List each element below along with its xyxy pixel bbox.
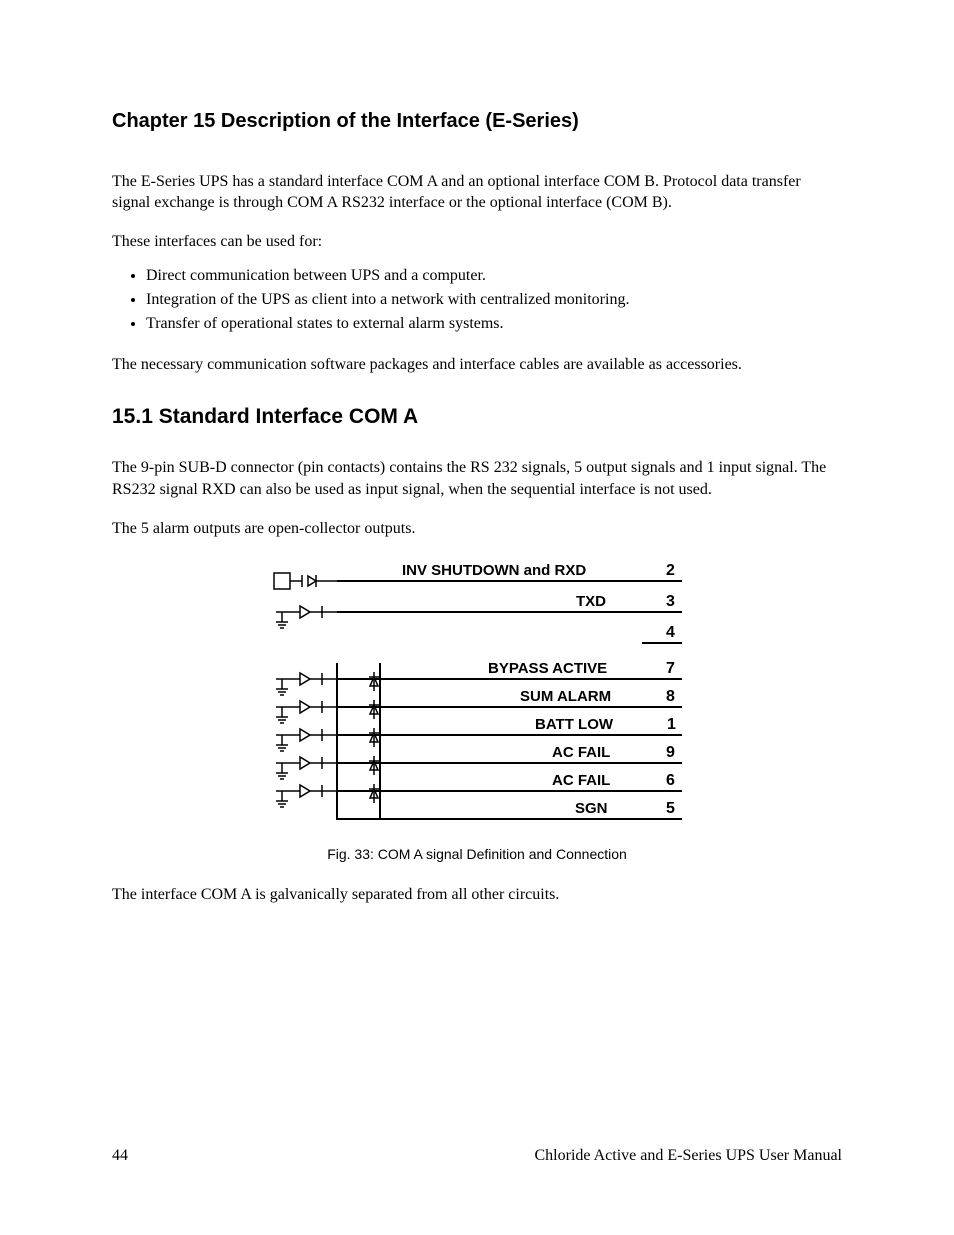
svg-text:9: 9	[666, 744, 675, 761]
paragraph-outputs: The 5 alarm outputs are open-collector o…	[112, 518, 842, 539]
paragraph-connector: The 9-pin SUB-D connector (pin contacts)…	[112, 457, 842, 499]
paragraph-intro-1: The E-Series UPS has a standard interfac…	[112, 171, 842, 213]
svg-text:1: 1	[667, 716, 676, 733]
svg-text:5: 5	[666, 800, 675, 817]
svg-text:SUM ALARM: SUM ALARM	[520, 688, 611, 705]
page-number: 44	[112, 1147, 128, 1165]
bullet-item: Transfer of operational states to extern…	[146, 312, 842, 336]
svg-text:AC FAIL: AC FAIL	[552, 772, 610, 789]
bullet-item: Integration of the UPS as client into a …	[146, 288, 842, 312]
bullet-item: Direct communication between UPS and a c…	[146, 264, 842, 288]
svg-text:3: 3	[666, 593, 675, 610]
manual-title: Chloride Active and E-Series UPS User Ma…	[535, 1147, 843, 1165]
svg-text:INV SHUTDOWN and RXD: INV SHUTDOWN and RXD	[402, 562, 586, 579]
svg-text:BATT LOW: BATT LOW	[535, 716, 614, 733]
figure-com-a: .st { stroke:#000; stroke-width:2; fill:…	[112, 557, 842, 862]
svg-text:7: 7	[666, 660, 675, 677]
svg-text:BYPASS ACTIVE: BYPASS ACTIVE	[488, 660, 607, 677]
svg-text:2: 2	[666, 562, 675, 579]
svg-text:SGN: SGN	[575, 800, 608, 817]
svg-text:4: 4	[666, 624, 675, 641]
svg-text:8: 8	[666, 688, 675, 705]
paragraph-galvanic: The interface COM A is galvanically sepa…	[112, 884, 842, 905]
svg-text:6: 6	[666, 772, 675, 789]
section-title: 15.1 Standard Interface COM A	[112, 405, 842, 429]
svg-text:TXD: TXD	[576, 593, 606, 610]
paragraph-intro-2: These interfaces can be used for:	[112, 231, 842, 252]
wiring-diagram: .st { stroke:#000; stroke-width:2; fill:…	[262, 557, 692, 832]
chapter-title: Chapter 15 Description of the Interface …	[112, 110, 842, 133]
paragraph-accessories: The necessary communication software pac…	[112, 354, 842, 375]
figure-caption: Fig. 33: COM A signal Definition and Con…	[112, 846, 842, 862]
svg-text:AC FAIL: AC FAIL	[552, 744, 610, 761]
